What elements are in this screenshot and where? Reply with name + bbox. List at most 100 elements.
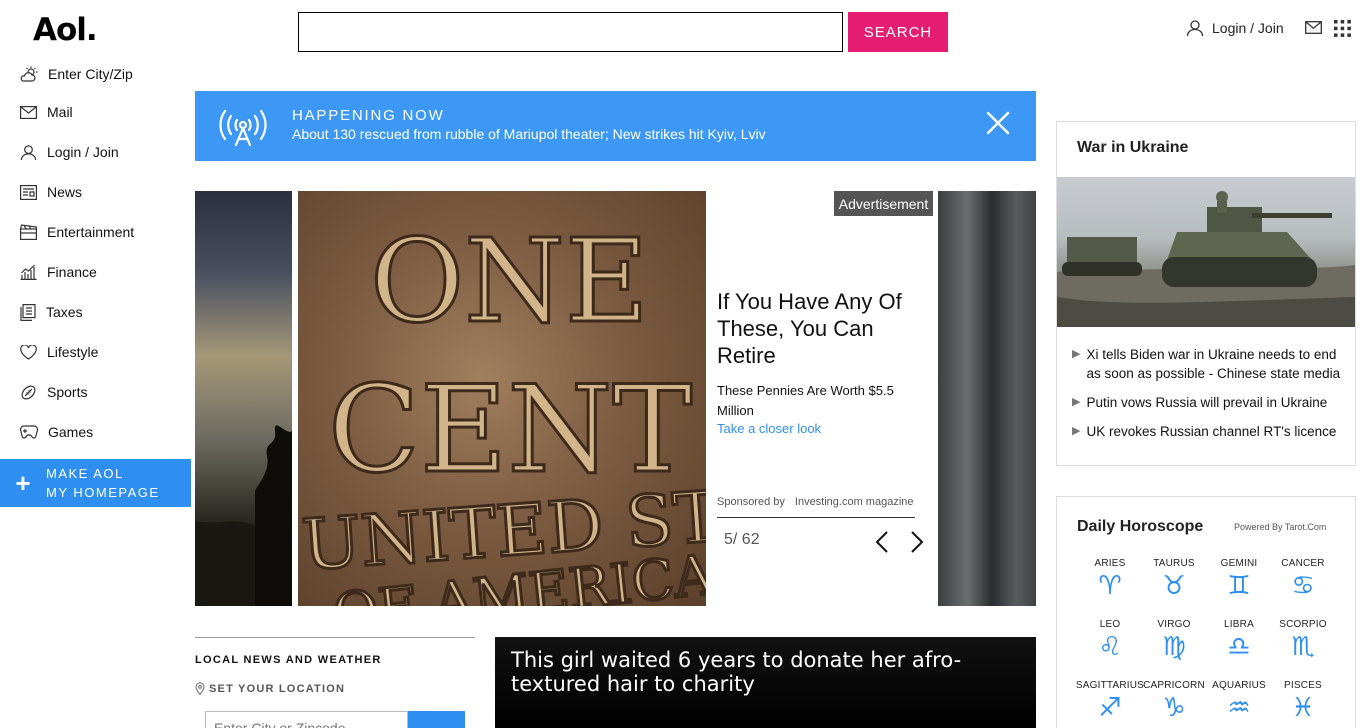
zodiac-sign-label: SAGITTARIUS (1075, 680, 1145, 691)
war-in-ukraine-module: War in Ukraine ▶ Xi tells Biden war in Uk… (1056, 121, 1356, 466)
powered-by-label[interactable]: Powered By Tarot.Com (1234, 522, 1326, 532)
zodiac-sign-libra[interactable]: LIBRA ♎ (1204, 619, 1274, 662)
zodiac-sign-virgo[interactable]: VIRGO ♍ (1139, 619, 1209, 662)
make-home-line2: MY HOMEPAGE (46, 485, 160, 500)
penny-engraving: ONE CENT UNITED STATE OF AMERICA (298, 214, 706, 607)
make-home-line1: MAKE AOL (46, 466, 124, 481)
libra-icon: ♎ (1227, 632, 1251, 662)
zodiac-sign-label: TAURUS (1153, 558, 1195, 569)
list-item[interactable]: ▶ Putin vows Russia will prevail in Ukrai… (1072, 393, 1347, 412)
sidebar-item-sports[interactable]: Sports (0, 372, 191, 412)
happening-now-banner[interactable]: HAPPENING NOW About 130 rescued from rub… (195, 91, 1036, 161)
zodiac-sign-cancer[interactable]: CANCER ♋ (1268, 558, 1338, 601)
sidebar-item-label: Finance (47, 264, 97, 280)
top-login-link[interactable]: Login / Join (1186, 19, 1284, 37)
sidebar-item-finance[interactable]: Finance (0, 252, 191, 292)
daily-horoscope-module: Daily Horoscope Powered By Tarot.Com ARI… (1056, 496, 1356, 728)
set-location-label: SET YOUR LOCATION (209, 682, 346, 695)
coin-text-line2: CENT (328, 361, 692, 500)
ad-headline[interactable]: If You Have Any Of These, You Can Retire (717, 288, 922, 369)
sponsor-name[interactable]: Investing.com magazine (795, 496, 914, 508)
zodiac-sign-label: VIRGO (1157, 619, 1191, 630)
document-icon (20, 303, 36, 321)
list-item[interactable]: ▶ Xi tells Biden war in Ukraine needs to … (1072, 345, 1347, 383)
gamepad-icon (20, 425, 38, 439)
news-icon (20, 184, 37, 200)
video-player[interactable]: This girl waited 6 years to donate her a… (495, 637, 1036, 728)
local-news-weather: LOCAL NEWS AND WEATHER SET YOUR LOCATION… (195, 637, 475, 728)
sidebar-item-label: Entertainment (47, 224, 135, 240)
capricorn-icon: ♑ (1162, 693, 1186, 723)
clapperboard-icon (20, 224, 37, 240)
ukraine-headlines: ▶ Xi tells Biden war in Ukraine needs to … (1072, 345, 1347, 451)
sidebar-item-news[interactable]: News (0, 172, 191, 212)
close-icon[interactable] (985, 110, 1011, 136)
happening-now-headline[interactable]: About 130 rescued from rubble of Mariupo… (292, 126, 766, 142)
zodiac-sign-aries[interactable]: ARIES ♈ (1075, 558, 1145, 601)
zodiac-sign-pisces[interactable]: PISCES ♓ (1268, 680, 1338, 723)
make-aol-homepage-button[interactable]: + MAKE AOL MY HOMEPAGE (0, 459, 191, 507)
list-item[interactable]: ▶ UK revokes Russian channel RT's licence (1072, 422, 1347, 441)
scorpio-icon: ♏ (1291, 632, 1315, 662)
sidebar-item-taxes[interactable]: Taxes (0, 292, 191, 332)
taurus-icon: ♉ (1162, 571, 1186, 601)
ball-icon (21, 385, 36, 399)
next-slide-image[interactable] (938, 191, 1036, 606)
sidebar-item-label: Sports (47, 384, 88, 400)
location-pin-icon (195, 682, 205, 695)
aquarius-icon: ♒ (1227, 693, 1251, 723)
aol-logo[interactable]: Aol. (33, 12, 98, 48)
headline-text: UK revokes Russian channel RT's licence (1086, 424, 1337, 439)
advertisement-label: Advertisement (834, 191, 933, 216)
local-news-title: LOCAL NEWS AND WEATHER (195, 654, 382, 666)
sidebar-item-label: Mail (47, 104, 73, 120)
search-button[interactable]: SEARCH (848, 12, 948, 52)
sidebar-item-label: Taxes (46, 304, 83, 320)
video-title: This girl waited 6 years to donate her a… (511, 648, 962, 696)
headline-text: Xi tells Biden war in Ukraine needs to e… (1086, 347, 1341, 381)
sidebar-item-mail[interactable]: Mail (0, 92, 191, 132)
weather-icon (20, 66, 38, 82)
sidebar-item-weather[interactable]: Enter City/Zip (0, 56, 191, 92)
search-input[interactable] (298, 12, 843, 52)
apps-grid-icon[interactable] (1334, 20, 1351, 37)
play-triangle-icon: ▶ (1072, 348, 1081, 360)
module-title[interactable]: Daily Horoscope (1077, 518, 1203, 536)
zodiac-sign-sagittarius[interactable]: SAGITTARIUS ♐ (1075, 680, 1145, 723)
sidebar: Enter City/Zip Mail Login / Join News En… (0, 56, 191, 452)
mail-icon[interactable] (1305, 21, 1322, 34)
chevron-left-icon[interactable] (874, 531, 890, 553)
zodiac-sign-label: CAPRICORN (1143, 680, 1205, 691)
user-icon (1186, 20, 1204, 37)
zodiac-sign-aquarius[interactable]: AQUARIUS ♒ (1204, 680, 1274, 723)
zodiac-sign-gemini[interactable]: GEMINI ♊ (1204, 558, 1274, 601)
sidebar-item-login[interactable]: Login / Join (0, 132, 191, 172)
zodiac-sign-capricorn[interactable]: CAPRICORN ♑ (1139, 680, 1209, 723)
pisces-icon: ♓ (1291, 693, 1315, 723)
module-title[interactable]: War in Ukraine (1077, 139, 1188, 157)
sidebar-item-label: News (47, 184, 83, 200)
plus-icon: + (15, 468, 31, 498)
zodiac-sign-taurus[interactable]: TAURUS ♉ (1139, 558, 1209, 601)
set-location-link[interactable]: SET YOUR LOCATION (195, 682, 345, 695)
zodiac-sign-scorpio[interactable]: SCORPIO ♏ (1268, 619, 1338, 662)
chevron-right-icon[interactable] (909, 531, 925, 553)
sidebar-item-entertainment[interactable]: Entertainment (0, 212, 191, 252)
city-zip-input[interactable] (205, 711, 408, 728)
zodiac-sign-label: SCORPIO (1279, 619, 1327, 630)
happening-now-title: HAPPENING NOW (292, 107, 445, 124)
previous-slide-image[interactable] (195, 191, 292, 606)
chart-icon (20, 264, 37, 280)
save-location-button[interactable]: SAVE (408, 711, 465, 728)
tank-illustration (1057, 191, 1355, 327)
sidebar-item-games[interactable]: Games (0, 412, 191, 452)
sidebar-item-lifestyle[interactable]: Lifestyle (0, 332, 191, 372)
zodiac-sign-leo[interactable]: LEO ♌ (1075, 619, 1145, 662)
broadcast-icon (219, 109, 267, 147)
zodiac-sign-label: ARIES (1094, 558, 1126, 569)
divider (717, 517, 915, 518)
tank-photo[interactable] (1057, 177, 1355, 327)
penny-image[interactable]: ONE CENT UNITED STATE OF AMERICA (298, 191, 706, 606)
gemini-icon: ♊ (1227, 571, 1251, 601)
ad-cta-link[interactable]: Take a closer look (717, 421, 821, 436)
